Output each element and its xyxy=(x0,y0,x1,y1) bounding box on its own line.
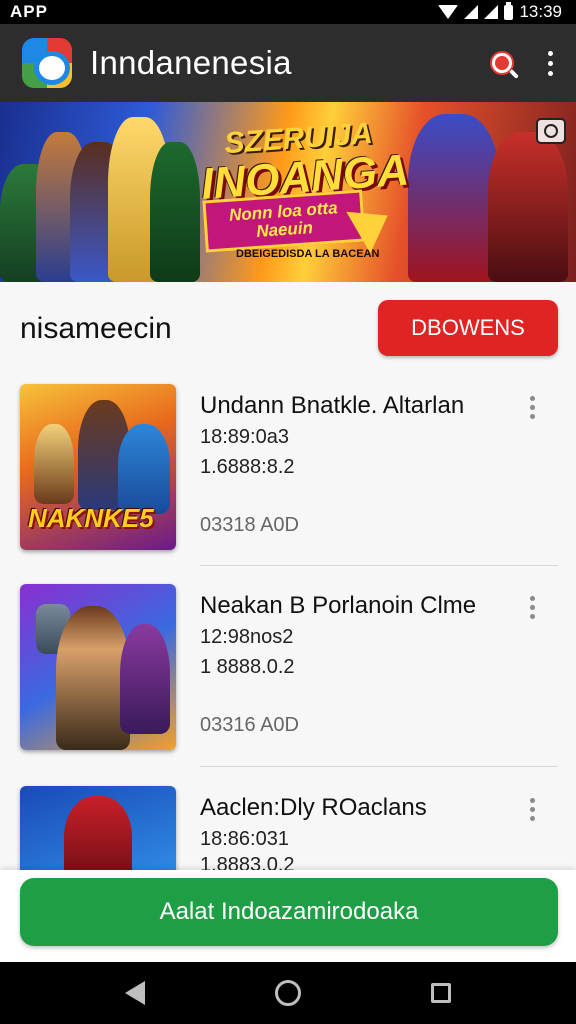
status-app-label: APP xyxy=(10,2,48,21)
game-thumbnail xyxy=(20,584,176,750)
signal-icon xyxy=(464,5,479,19)
game-thumbnail: NAKNKE5 xyxy=(20,384,176,550)
battery-icon xyxy=(504,1,514,20)
banner-ribbon-line: Naeuin xyxy=(255,218,314,241)
status-bar: APP 13:39 xyxy=(0,0,576,24)
game-list-section: nisameecin DBOWENS NAKNKE5 Undann Bnatkl… xyxy=(0,282,576,952)
list-item[interactable]: NAKNKE5 Undann Bnatkle. Altarlan 18:89:0… xyxy=(0,384,576,574)
game-size: 03316 A0D xyxy=(200,714,299,736)
browse-button[interactable]: DBOWENS xyxy=(378,300,558,356)
game-meta-line: 18:89:0a3 xyxy=(200,426,289,448)
section-title: nisameecin xyxy=(20,312,172,345)
camera-icon[interactable] xyxy=(536,118,566,144)
more-vert-icon[interactable] xyxy=(540,43,560,83)
divider xyxy=(200,766,558,767)
banner-tagline: DBEIGEDISDA LA BACEAN xyxy=(236,248,380,260)
game-title: Neakan B Porlanoin Clme xyxy=(200,592,477,619)
app-title: Inndanenesia xyxy=(90,44,292,81)
game-title: Undann Bnatkle. Altarlan xyxy=(200,392,465,419)
primary-action-button[interactable]: Aalat Indoazamirodoaka xyxy=(20,878,558,946)
promo-banner[interactable]: SZERUIJA INOANGA Nonn loa otta Naeuin DB… xyxy=(0,102,576,282)
signal-icon xyxy=(484,5,499,19)
recents-icon[interactable] xyxy=(431,983,451,1003)
game-meta-line: 1 8888.0.2 xyxy=(200,656,295,678)
more-vert-icon[interactable] xyxy=(527,798,537,824)
more-vert-icon[interactable] xyxy=(527,596,537,622)
game-meta-line: 1.6888:8.2 xyxy=(200,456,295,478)
search-button[interactable] xyxy=(480,41,524,85)
status-time: 13:39 xyxy=(519,2,562,21)
divider xyxy=(200,565,558,566)
more-vert-icon[interactable] xyxy=(527,396,537,422)
status-icons: 13:39 xyxy=(438,1,562,22)
thumbnail-logo: NAKNKE5 xyxy=(28,503,154,533)
game-size: 03318 A0D xyxy=(200,514,299,536)
banner-character xyxy=(488,132,568,282)
system-nav-bar xyxy=(0,962,576,1024)
list-item[interactable]: Neakan B Porlanoin Clme 12:98nos2 1 8888… xyxy=(0,584,576,774)
banner-character xyxy=(150,142,200,282)
game-meta-line: 18:86:031 xyxy=(200,828,289,850)
bottom-action-area: Aalat Indoazamirodoaka xyxy=(0,870,576,962)
search-icon xyxy=(492,53,512,73)
banner-character xyxy=(408,114,500,282)
back-icon[interactable] xyxy=(125,981,145,1005)
app-logo-icon xyxy=(22,38,72,88)
wifi-icon xyxy=(438,5,459,19)
game-meta-line: 12:98nos2 xyxy=(200,626,294,648)
banner-ribbon: Nonn loa otta Naeuin xyxy=(202,189,366,253)
home-icon[interactable] xyxy=(275,980,301,1006)
app-bar: Inndanenesia xyxy=(0,24,576,102)
game-title: Aaclen:Dly ROaclans xyxy=(200,794,427,821)
